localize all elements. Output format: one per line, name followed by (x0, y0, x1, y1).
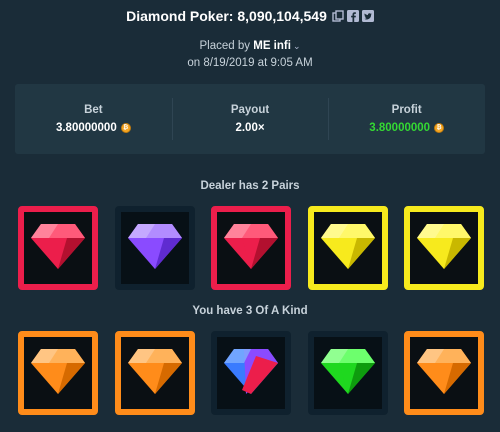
yellow-diamond-icon (319, 221, 377, 276)
bet-label: Bet (84, 104, 103, 116)
placed-info: Placed by ME infi ⌄ on 8/19/2019 at 9:05 … (0, 38, 500, 72)
player-gem-card (307, 331, 388, 415)
bet-title: Diamond Poker: 8,090,104,549 (126, 8, 327, 24)
purple-diamond-icon (126, 221, 184, 276)
player-hand (18, 331, 484, 415)
profit-label: Profit (391, 104, 422, 116)
placed-date: on 8/19/2019 at 9:05 AM (187, 57, 313, 69)
player-gem-card (211, 331, 291, 415)
red-diamond-icon (222, 221, 280, 276)
twitter-icon[interactable] (361, 10, 374, 22)
stats-panel: Bet 3.80000000 ₿ Payout 2.00× Profit 3.8… (15, 84, 485, 154)
payout-label: Payout (230, 104, 270, 116)
copy-icon[interactable] (332, 10, 344, 22)
dealer-gem-card (211, 206, 291, 290)
player-gem-card (18, 331, 98, 415)
red-diamond-icon (29, 221, 87, 276)
profit-stat: Profit 3.80000000 ₿ (328, 84, 485, 154)
bet-amount: 3.80000000 (55, 122, 117, 134)
payout-stat: Payout 2.00× (171, 84, 329, 154)
dealer-hand (18, 206, 484, 290)
payout-value: 2.00× (235, 122, 265, 134)
player-hand-title: You have 3 Of A Kind (192, 305, 308, 317)
bitcoin-icon: ₿ (434, 123, 445, 133)
orange-diamond-icon (126, 346, 184, 401)
dealer-gem-card (404, 206, 484, 290)
dealer-hand-title: Dealer has 2 Pairs (200, 180, 300, 192)
dealer-gem-card (18, 206, 98, 290)
placed-by-label: Placed by (199, 40, 251, 52)
profit-amount: 3.80000000 (369, 122, 431, 134)
facebook-icon[interactable] (346, 10, 359, 22)
bitcoin-icon: ₿ (120, 123, 131, 133)
yellow-diamond-icon (415, 221, 473, 276)
bet-header: Diamond Poker: 8,090,104,549 (0, 6, 500, 26)
chevron-down-icon[interactable]: ⌄ (293, 38, 301, 55)
bet-stat: Bet 3.80000000 ₿ (15, 84, 172, 154)
green-diamond-icon (319, 346, 377, 401)
multicolor-diamond-icon (222, 346, 280, 401)
orange-diamond-icon (415, 346, 473, 401)
player-gem-card (404, 331, 484, 415)
player-gem-card (114, 331, 195, 415)
profit-value: 3.80000000 ₿ (369, 122, 445, 134)
username-link[interactable]: ME infi (253, 40, 291, 52)
dealer-gem-card (307, 206, 388, 290)
orange-diamond-icon (29, 346, 87, 401)
dealer-gem-card (114, 206, 195, 290)
bet-value: 3.80000000 ₿ (56, 122, 131, 134)
